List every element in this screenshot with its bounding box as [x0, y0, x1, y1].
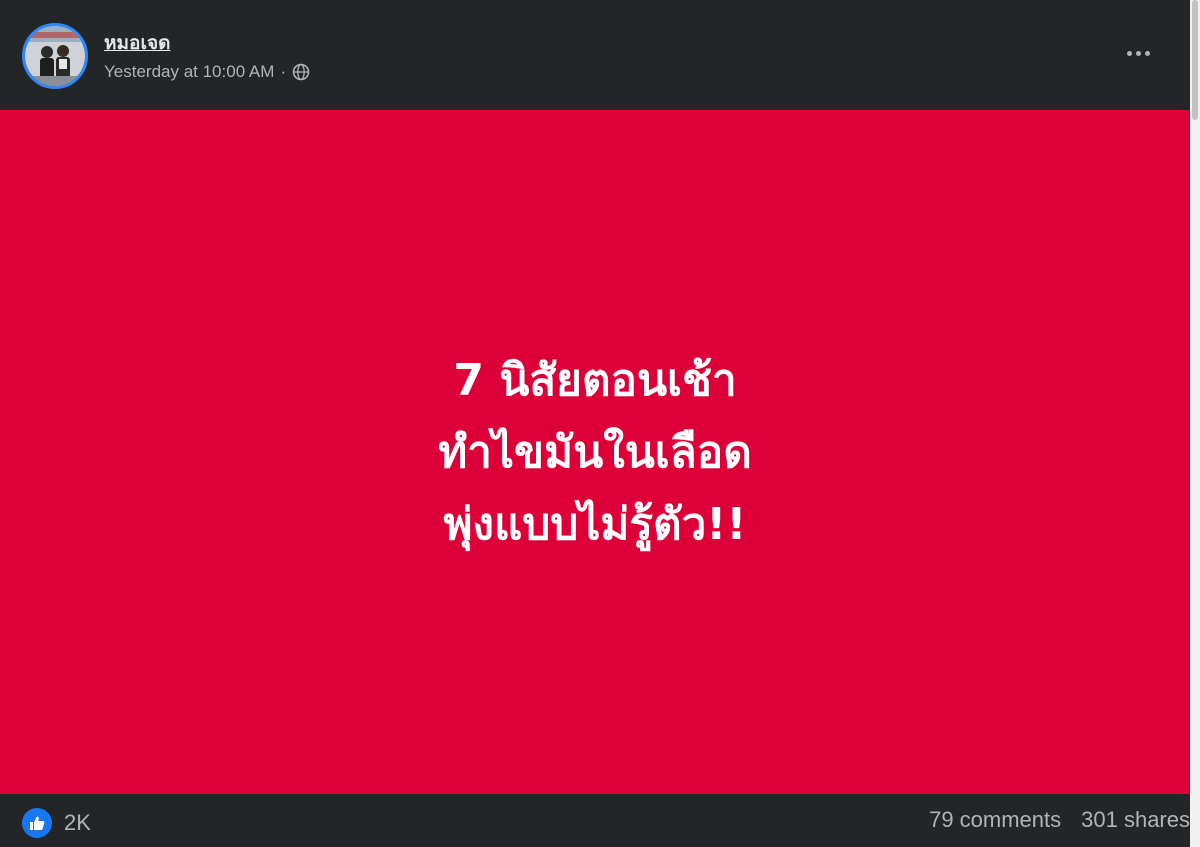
post-footer: 2K 79 comments 301 shares — [0, 794, 1190, 847]
comments-link[interactable]: 79 comments — [929, 807, 1061, 833]
avatar-photo — [25, 26, 85, 86]
scrollbar[interactable] — [1190, 0, 1200, 847]
post-meta: Yesterday at 10:00 AM · — [104, 62, 310, 82]
image-headline: 7 นิสัยตอนเช้า ทำไขมันในเลือด พุ่งแบบไม่… — [438, 345, 752, 561]
reactions-summary[interactable]: 2K — [22, 808, 91, 838]
author-name[interactable]: หมอเจด — [104, 28, 170, 58]
meta-separator: · — [280, 62, 287, 81]
post-header: หมอเจด Yesterday at 10:00 AM · — [0, 0, 1190, 110]
shares-link[interactable]: 301 shares — [1081, 807, 1190, 833]
more-options-icon[interactable] — [1118, 38, 1158, 68]
post-timestamp[interactable]: Yesterday at 10:00 AM — [104, 62, 274, 82]
globe-icon[interactable] — [292, 63, 310, 81]
headline-line-3: พุ่งแบบไม่รู้ตัว!! — [443, 499, 747, 550]
post-image[interactable]: 7 นิสัยตอนเช้า ทำไขมันในเลือด พุ่งแบบไม่… — [0, 110, 1190, 794]
scrollbar-thumb[interactable] — [1192, 0, 1198, 120]
headline-line-1: 7 นิสัยตอนเช้า — [453, 355, 737, 406]
like-icon — [22, 808, 52, 838]
reaction-count: 2K — [64, 810, 91, 835]
post-card: หมอเจด Yesterday at 10:00 AM · 7 นิสัยตอ… — [0, 0, 1200, 847]
headline-line-2: ทำไขมันในเลือด — [438, 427, 752, 478]
engagement-stats: 79 comments 301 shares — [929, 807, 1190, 833]
avatar[interactable] — [22, 23, 88, 89]
